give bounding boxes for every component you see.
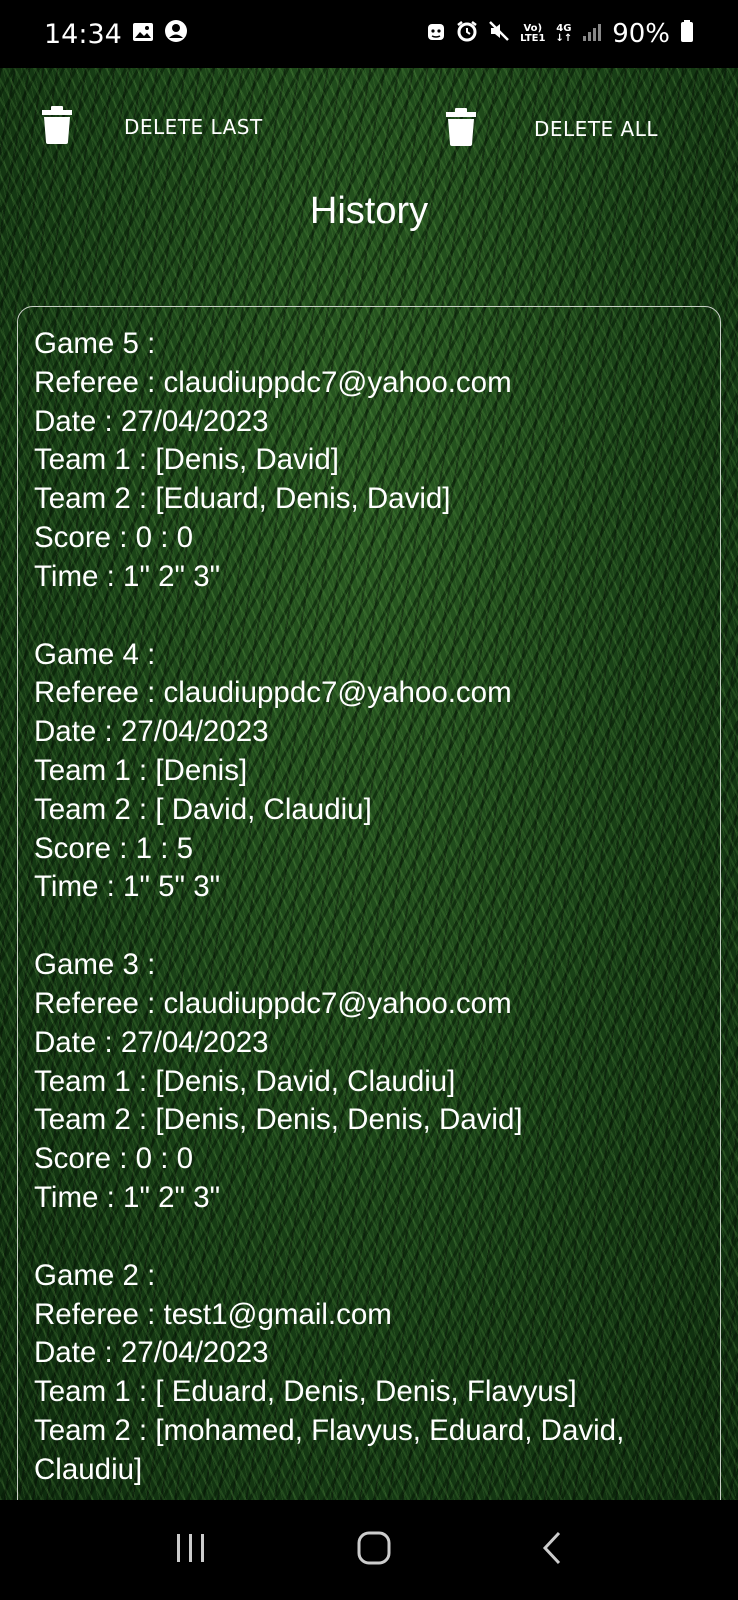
account-icon [164, 19, 188, 50]
game-entry: Game 5 : Referee : claudiuppdc7@yahoo.co… [34, 325, 704, 597]
game-score: Score : 0 : 0 [34, 1142, 194, 1176]
back-icon[interactable] [540, 1530, 564, 1570]
game-team2: Team 2 : [ David, Claudiu] [34, 792, 372, 826]
status-left: 14:34 [44, 19, 188, 50]
game-title: Game 2 : [34, 1258, 156, 1292]
battery-percent: 90% [612, 19, 670, 49]
navigation-bar [0, 1500, 738, 1600]
delete-all-label: DELETE ALL [534, 117, 658, 141]
game-referee: Referee : test1@gmail.com [34, 1297, 392, 1331]
status-right: Vo) LTE1 4G ↓↑ 90% [426, 19, 694, 50]
network-label: Vo) LTE1 [520, 23, 546, 44]
game-team2-continued: Claudiu] [34, 1452, 143, 1486]
game-title: Game 4 : [34, 637, 156, 671]
delete-last-button[interactable]: DELETE LAST [42, 106, 263, 148]
image-icon [132, 19, 154, 50]
game-score: Score : 0 : 0 [34, 520, 194, 554]
game-referee: Referee : claudiuppdc7@yahoo.com [34, 676, 512, 710]
game-time: Time : 1" 2" 3" [34, 1180, 221, 1214]
network-4g-label: 4G ↓↑ [555, 23, 573, 44]
game-date: Date : 27/04/2023 [34, 1025, 269, 1059]
game-entry: Game 3 : Referee : claudiuppdc7@yahoo.co… [34, 946, 704, 1218]
game-time: Time : 1" 5" 3" [34, 870, 221, 904]
game-team1: Team 1 : [ Eduard, Denis, Denis, Flavyus… [34, 1375, 577, 1409]
game-time: Time : 1" 2" 3" [34, 559, 221, 593]
game-entry: Game 4 : Referee : claudiuppdc7@yahoo.co… [34, 636, 704, 908]
game-score: Score : 1 : 5 [34, 831, 194, 865]
game-title: Game 5 : [34, 327, 156, 360]
trash-icon [446, 108, 476, 150]
game-referee: Referee : claudiuppdc7@yahoo.com [34, 365, 512, 399]
game-team2: Team 2 : [Denis, Denis, Denis, David] [34, 1103, 523, 1137]
game-team1: Team 1 : [Denis, David, Claudiu] [34, 1064, 456, 1098]
game-entry: Game 2 : Referee : test1@gmail.com Date … [34, 1257, 704, 1490]
game-date: Date : 27/04/2023 [34, 1336, 269, 1370]
game-team2: Team 2 : [mohamed, Flavyus, Eduard, Davi… [34, 1413, 625, 1447]
trash-icon [42, 106, 72, 148]
page-title: History [309, 190, 429, 232]
recents-icon[interactable] [174, 1532, 208, 1568]
game-date: Date : 27/04/2023 [34, 715, 269, 749]
home-icon[interactable] [356, 1530, 392, 1570]
signal-icon [582, 19, 602, 49]
history-list[interactable]: Game 5 : Referee : claudiuppdc7@yahoo.co… [17, 306, 721, 1500]
game-team2: Team 2 : [Eduard, Denis, David] [34, 482, 451, 516]
game-team1: Team 1 : [Denis] [34, 753, 248, 787]
status-time: 14:34 [44, 18, 122, 50]
game-team1: Team 1 : [Denis, David] [34, 443, 339, 477]
alarm-icon [456, 19, 478, 49]
game-title: Game 3 : [34, 948, 156, 982]
status-bar: 14:34 Vo) LTE1 4G ↓↑ 90% [0, 0, 738, 68]
game-date: Date : 27/04/2023 [34, 404, 269, 438]
mute-icon [488, 19, 510, 49]
game-referee: Referee : claudiuppdc7@yahoo.com [34, 986, 512, 1020]
delete-last-label: DELETE LAST [124, 115, 263, 139]
battery-icon [680, 19, 694, 50]
delete-all-button[interactable]: DELETE ALL [446, 108, 658, 150]
app-content: DELETE LAST DELETE ALL History Game 5 : … [0, 68, 738, 1500]
android-icon [426, 19, 446, 49]
